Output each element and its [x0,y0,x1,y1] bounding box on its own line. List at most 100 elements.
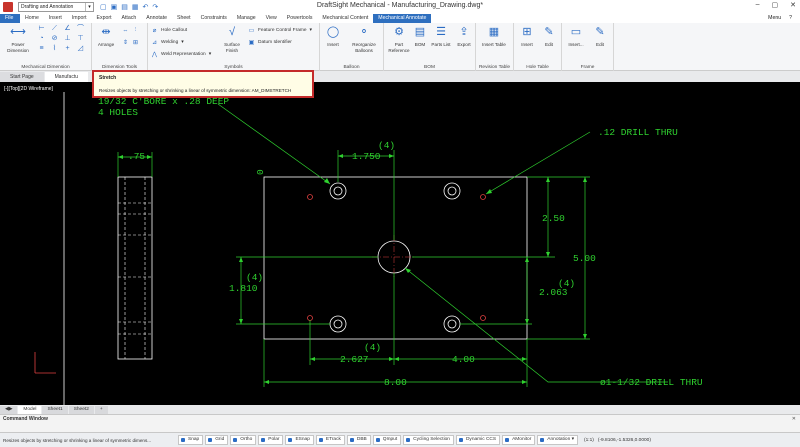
align-dimension-icon[interactable]: ⊞ [132,39,139,46]
close-icon[interactable]: ✕ [790,1,796,9]
tab-manufacturing-drawing[interactable]: Manufactu [44,72,88,82]
dim-text-1810[interactable]: 1.810 [229,283,258,294]
bom-button[interactable]: ▤ BOM [412,26,428,48]
tab-mechanical-content[interactable]: Mechanical Content [317,14,373,23]
frame-edit-button[interactable]: ✎ Edit [590,26,610,48]
command-window[interactable]: Command Window ✕ [0,414,800,432]
cbore-hole-bottom-left[interactable] [329,315,347,333]
balloon-insert-button[interactable]: ◯ Insert [324,26,342,48]
side-view-outline[interactable] [117,176,153,360]
toggle-dbb[interactable]: DBB [346,435,371,445]
toggle-amonitor[interactable]: AMonitor [502,435,536,445]
new-file-icon[interactable]: ▢ [100,3,107,11]
drawing-viewport[interactable]: [-][Top][2D Wireframe] 19/32 C'BORE x .2… [0,82,800,405]
save-icon[interactable]: ▤ [121,3,128,11]
toggle-qinput[interactable]: QInput [372,435,402,445]
tab-start-page[interactable]: Start Page [0,72,44,82]
drill-hole-top-right[interactable] [480,194,486,200]
help-icon[interactable]: ? [789,14,792,23]
tab-model[interactable]: Model [18,405,42,414]
dim-text-250[interactable]: 2.50 [542,213,565,224]
frame-insert-button[interactable]: ▭ Insert... [564,26,588,48]
dim-text-400[interactable]: 4.00 [452,354,475,365]
open-folder-icon[interactable]: ▣ [111,3,118,11]
hole-table-insert-button[interactable]: ⊞ Insert [518,26,536,48]
tab-constraints[interactable]: Constraints [196,14,232,23]
chamfer-dim-icon[interactable]: ◿ [75,45,86,53]
redo-icon[interactable]: ↷ [152,3,158,11]
feature-control-frame-button[interactable]: ▭ Feature Control Frame ▾ [248,27,312,34]
tab-manage[interactable]: Manage [232,14,261,23]
dim-text-4-top[interactable]: (4) [378,140,395,151]
drill-hole-bottom-right[interactable] [480,315,486,321]
tab-sheet[interactable]: Sheet [172,14,196,23]
note-drill-small[interactable]: .12 DRILL THRU [598,127,678,138]
toggle-ortho[interactable]: Ortho [230,435,257,445]
power-dimension-button[interactable]: ⟷ Power Dimension [4,26,32,53]
minimize-icon[interactable]: – [756,1,760,9]
chain-dim-icon[interactable]: ⊤ [75,35,86,43]
drill-hole-top-left[interactable] [307,194,313,200]
stretch-dimension-icon[interactable]: ⇕ [122,39,129,46]
break-icon[interactable]: ⫶ [132,27,139,34]
tab-sheet2[interactable]: Sheet2 [68,405,94,414]
toggle-dynamic-ccs[interactable]: Dynamic CCS [455,435,501,445]
undo-icon[interactable]: ↶ [143,3,149,11]
toggle-polar[interactable]: Polar [258,435,284,445]
surface-finish-button[interactable]: √ Surface Finish [220,26,244,53]
arc-dim-icon[interactable]: ⌒ [75,25,86,33]
command-window-close-icon[interactable]: ✕ [792,416,796,422]
reorganize-balloons-button[interactable]: ⚬ Reorganize Balloons [346,26,382,53]
drill-hole-bottom-left[interactable] [307,315,313,321]
linear-dim-icon[interactable]: ⊢ [36,25,47,33]
radius-dim-icon[interactable]: ◔ [36,35,47,43]
maximize-icon[interactable]: ▢ [772,1,779,9]
hole-table-edit-button[interactable]: ✎ Edit [540,26,558,48]
tab-import[interactable]: Import [67,14,92,23]
annotation-scale-select[interactable]: Annotation ▾ [537,435,578,445]
tab-mechanical-annotate[interactable]: Mechanical Annotate [373,14,432,23]
dim-text-075[interactable]: .75 [128,151,145,162]
tab-powertools[interactable]: Powertools [282,14,318,23]
dim-text-800[interactable]: 8.00 [384,377,407,388]
tab-attach[interactable]: Attach [117,14,142,23]
workspace-select[interactable]: Drafting and Annotation ▾ [18,2,94,12]
add-sheet-button[interactable]: + [94,405,108,414]
toggle-etrack[interactable]: ETrack [315,435,345,445]
arrange-button[interactable]: ⇹ Arrange [94,26,118,48]
tab-insert[interactable]: Insert [44,14,67,23]
part-reference-button[interactable]: ⚙ Part Reference [386,26,412,53]
cbore-hole-top-right[interactable] [443,182,461,200]
cbore-hole-bottom-right[interactable] [443,315,461,333]
toggle-grid[interactable]: Grid [205,435,229,445]
sheet-nav-icon[interactable]: ◀▶ [0,405,18,414]
angular-dim-icon[interactable]: ∠ [62,25,73,33]
plate-outline[interactable] [263,176,528,340]
dim-text-4-left[interactable]: (4) [246,272,263,283]
dim-text-500[interactable]: 5.00 [573,253,596,264]
ordinate-dim-icon[interactable]: ⊥ [62,35,73,43]
tab-export[interactable]: Export [92,14,117,23]
tab-home[interactable]: Home [20,14,44,23]
jog-dim-icon[interactable]: ⌇ [49,45,60,53]
toggle-esnap[interactable]: ESnap [285,435,314,445]
toggle-cycling-selection[interactable]: Cycling Selection [403,435,454,445]
stretch-icon[interactable]: ⇔ [122,27,129,34]
weld-representation-button[interactable]: ⋀ Weld Representation ▾ [151,51,211,58]
bom-export-button[interactable]: ⇪ Export [454,26,474,48]
center-mark-icon[interactable]: + [62,45,73,53]
dim-text-4-bottom[interactable]: (4) [364,342,381,353]
diameter-dim-icon[interactable]: ⊘ [49,35,60,43]
hole-callout-button[interactable]: ⌀ Hole Callout [151,27,187,34]
cbore-hole-top-left[interactable] [329,182,347,200]
tab-sheet1[interactable]: Sheet1 [42,405,68,414]
parts-list-button[interactable]: ☰ Parts List [429,26,453,48]
print-icon[interactable]: ▦ [132,3,139,11]
note-holes[interactable]: 4 HOLES [98,107,138,118]
app-logo-icon[interactable] [3,2,13,12]
tab-file[interactable]: File [0,14,20,23]
toggle-snap[interactable]: Snap [178,435,204,445]
tab-annotate[interactable]: Annotate [141,14,172,23]
welding-button[interactable]: ⊿ Welding ▾ [151,39,184,46]
note-drill-large[interactable]: ø1-1/32 DRILL THRU [600,377,703,388]
